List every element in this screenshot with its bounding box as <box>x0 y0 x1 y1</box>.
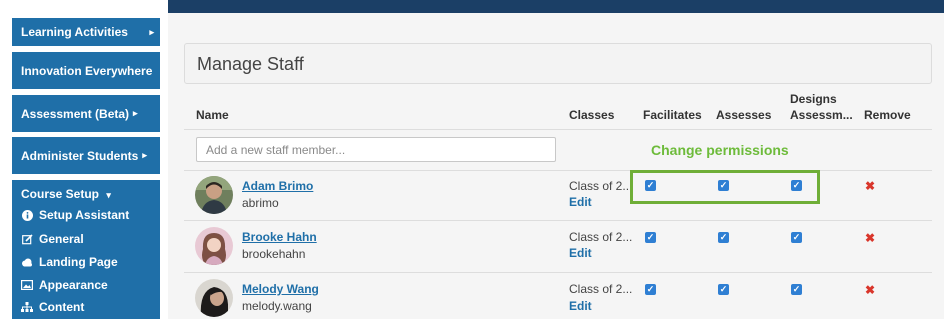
add-staff-input[interactable] <box>196 137 556 162</box>
caret-right-icon: ▸ <box>149 26 154 37</box>
sidebar-item-assessment[interactable]: Assessment (Beta) ▸ <box>12 95 160 132</box>
remove-icon[interactable]: ✖ <box>865 231 875 245</box>
permissions-highlight-box <box>630 170 820 204</box>
sidebar-subitem-label: Appearance <box>39 278 108 292</box>
sidebar-item-innovation-everywhere[interactable]: Innovation Everywhere <box>12 52 160 89</box>
sidebar-subitem-landing-page[interactable]: Landing Page <box>21 255 118 269</box>
sidebar-subitem-label: General <box>39 232 84 246</box>
edit-classes-link[interactable]: Edit <box>569 299 592 313</box>
staff-classes: Class of 2... <box>569 230 633 244</box>
top-navbar <box>166 0 944 13</box>
sidebar-subitem-appearance[interactable]: Appearance <box>21 278 108 292</box>
caret-right-icon: ▸ <box>142 150 147 160</box>
sidebar-subitem-label: Landing Page <box>39 255 118 269</box>
edit-icon <box>21 233 33 245</box>
staff-login: melody.wang <box>242 299 312 313</box>
avatar <box>195 279 233 317</box>
page-header: Manage Staff <box>184 43 932 84</box>
sidebar-item-label: Assessment (Beta) <box>21 106 130 121</box>
sidebar: Learning Activities ▸ Innovation Everywh… <box>0 0 168 319</box>
column-header-designs-line2: Assessm... <box>790 108 853 122</box>
sidebar-subitem-content[interactable]: Content <box>21 300 84 314</box>
divider <box>184 272 932 273</box>
sidebar-item-course-setup[interactable]: Course Setup ▾ <box>21 187 111 201</box>
cloud-icon <box>21 258 33 267</box>
staff-login: abrimo <box>242 196 279 210</box>
sidebar-item-label: Innovation Everywhere <box>21 63 153 78</box>
sidebar-item-label: Learning Activities <box>21 25 128 39</box>
remove-icon[interactable]: ✖ <box>865 283 875 297</box>
divider <box>184 220 932 221</box>
assesses-checkbox[interactable]: ✓ <box>718 232 729 243</box>
image-icon <box>21 280 33 290</box>
remove-icon[interactable]: ✖ <box>865 179 875 193</box>
staff-classes: Class of 2... <box>569 282 633 296</box>
sidebar-item-learning-activities[interactable]: Learning Activities ▸ <box>12 18 160 46</box>
sidebar-item-label: Course Setup <box>21 187 100 201</box>
facilitates-checkbox[interactable]: ✓ <box>645 232 656 243</box>
divider <box>184 129 932 130</box>
caret-right-icon: ▸ <box>133 108 138 118</box>
avatar <box>195 176 233 214</box>
column-header-facilitates: Facilitates <box>643 108 702 122</box>
facilitates-checkbox[interactable]: ✓ <box>645 284 656 295</box>
sidebar-item-administer-students[interactable]: Administer Students ▸ <box>12 137 160 174</box>
column-header-assesses: Assesses <box>716 108 772 122</box>
column-header-classes: Classes <box>569 108 615 122</box>
staff-name-link[interactable]: Adam Brimo <box>242 179 313 193</box>
sidebar-course-setup-panel: Course Setup ▾ <box>12 180 160 319</box>
designs-assessments-checkbox[interactable]: ✓ <box>791 232 802 243</box>
page-title: Manage Staff <box>197 54 304 74</box>
edit-classes-link[interactable]: Edit <box>569 195 592 209</box>
column-header-designs-line1: Designs <box>790 92 837 106</box>
staff-name-link[interactable]: Melody Wang <box>242 282 319 296</box>
avatar <box>195 227 233 265</box>
main-content: Manage Staff Name Classes Facilitates As… <box>168 13 944 319</box>
edit-classes-link[interactable]: Edit <box>569 246 592 260</box>
staff-name-link[interactable]: Brooke Hahn <box>242 230 317 244</box>
staff-login: brookehahn <box>242 247 306 261</box>
change-permissions-annotation: Change permissions <box>651 142 789 158</box>
sidebar-subitem-label: Setup Assistant <box>39 208 130 222</box>
column-header-name: Name <box>196 108 229 122</box>
column-header-remove: Remove <box>864 108 911 122</box>
designs-assessments-checkbox[interactable]: ✓ <box>791 284 802 295</box>
staff-classes: Class of 2... <box>569 179 633 193</box>
caret-down-icon: ▾ <box>106 190 111 200</box>
sitemap-icon <box>21 302 33 312</box>
sidebar-subitem-general[interactable]: General <box>21 232 84 246</box>
assesses-checkbox[interactable]: ✓ <box>718 284 729 295</box>
sidebar-subitem-setup-assistant[interactable]: Setup Assistant <box>21 208 129 222</box>
sidebar-item-label: Administer Students <box>21 148 139 163</box>
info-circle-icon <box>21 209 33 221</box>
sidebar-subitem-label: Content <box>39 300 85 314</box>
